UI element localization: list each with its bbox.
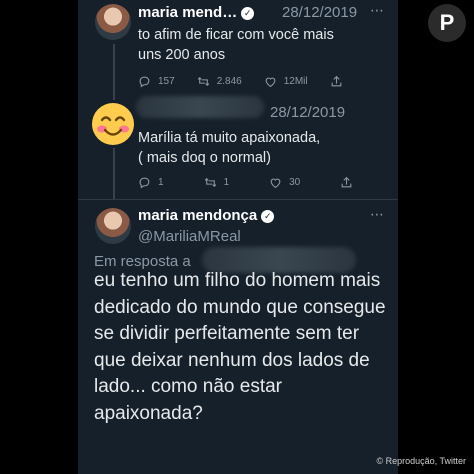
avatar[interactable] (95, 4, 131, 40)
verified-badge-icon: ✓ (261, 210, 275, 223)
reply-icon (139, 76, 150, 88)
like-count: 30 (289, 177, 301, 188)
retweet-icon (204, 177, 216, 188)
thread-line (113, 148, 115, 200)
tweet-actions: 157 2.846 12Mil (138, 75, 372, 88)
author-name-text: maria mend… (138, 4, 238, 21)
redacted-author-name (136, 96, 264, 118)
verified-badge-icon: ✓ (241, 7, 255, 20)
like-button[interactable]: 30 (269, 176, 300, 189)
reply-button[interactable]: 157 (138, 75, 175, 88)
retweet-icon (197, 76, 209, 87)
thread-line (113, 44, 115, 100)
author-name-text: maria mendonça (138, 207, 258, 224)
retweet-button[interactable]: 1 (204, 176, 230, 189)
image-credit: © Reprodução, Twitter (376, 456, 466, 466)
twitter-thread-screen: maria mend… ✓ 28/12/2019 ⋯ to afim de fic… (78, 0, 398, 474)
retweet-count: 1 (223, 177, 230, 188)
reply-count: 1 (158, 177, 164, 188)
tweet-text-line: to afim de ficar com você mais (138, 27, 334, 43)
retweet-count: 2.846 (216, 76, 242, 87)
tweet-1[interactable]: maria mend… ✓ 28/12/2019 ⋯ to afim de fic… (78, 0, 398, 100)
like-icon (265, 77, 276, 88)
share-button[interactable] (340, 176, 360, 189)
tweet-date: 28/12/2019 (282, 4, 358, 21)
like-icon (270, 178, 281, 189)
tweet-2[interactable]: 28/12/2019 Marília tá muito apaixonada, … (78, 96, 398, 200)
more-icon[interactable]: ⋯ (370, 206, 385, 223)
tweet-date: 28/12/2019 (270, 104, 346, 121)
tweet-text-line: uns 200 anos (138, 47, 226, 63)
reply-icon (139, 177, 150, 189)
like-button[interactable]: 12Mil (264, 75, 308, 88)
reply-count: 157 (158, 76, 175, 87)
author-name[interactable]: maria mend… ✓ (138, 4, 255, 21)
author-name[interactable]: maria mendonça ✓ (138, 207, 275, 224)
tweet-text-line: Marília tá muito apaixonada, (138, 130, 321, 146)
tweet-text: Marília tá muito apaixonada, ( mais doq … (138, 128, 388, 168)
tweet-actions: 1 1 30 (138, 176, 382, 189)
reply-button[interactable]: 1 (138, 176, 164, 189)
retweet-button[interactable]: 2.846 (197, 75, 242, 88)
avatar[interactable] (92, 103, 134, 145)
main-tweet-text: eu tenho um filho do homem mais dedicado… (94, 270, 386, 424)
share-button[interactable] (330, 75, 350, 88)
like-count: 12Mil (283, 76, 308, 87)
avatar[interactable] (95, 208, 131, 244)
tweet-text-line: ( mais doq o normal) (138, 150, 271, 166)
more-icon[interactable]: ⋯ (370, 2, 385, 19)
brand-logo: P (428, 4, 466, 42)
author-handle[interactable]: @MariliaMReal (138, 228, 241, 245)
smiling-face-icon (93, 104, 133, 144)
share-icon (331, 75, 341, 87)
tweet-text: to afim de ficar com você mais uns 200 a… (138, 25, 388, 65)
share-icon (341, 176, 352, 188)
